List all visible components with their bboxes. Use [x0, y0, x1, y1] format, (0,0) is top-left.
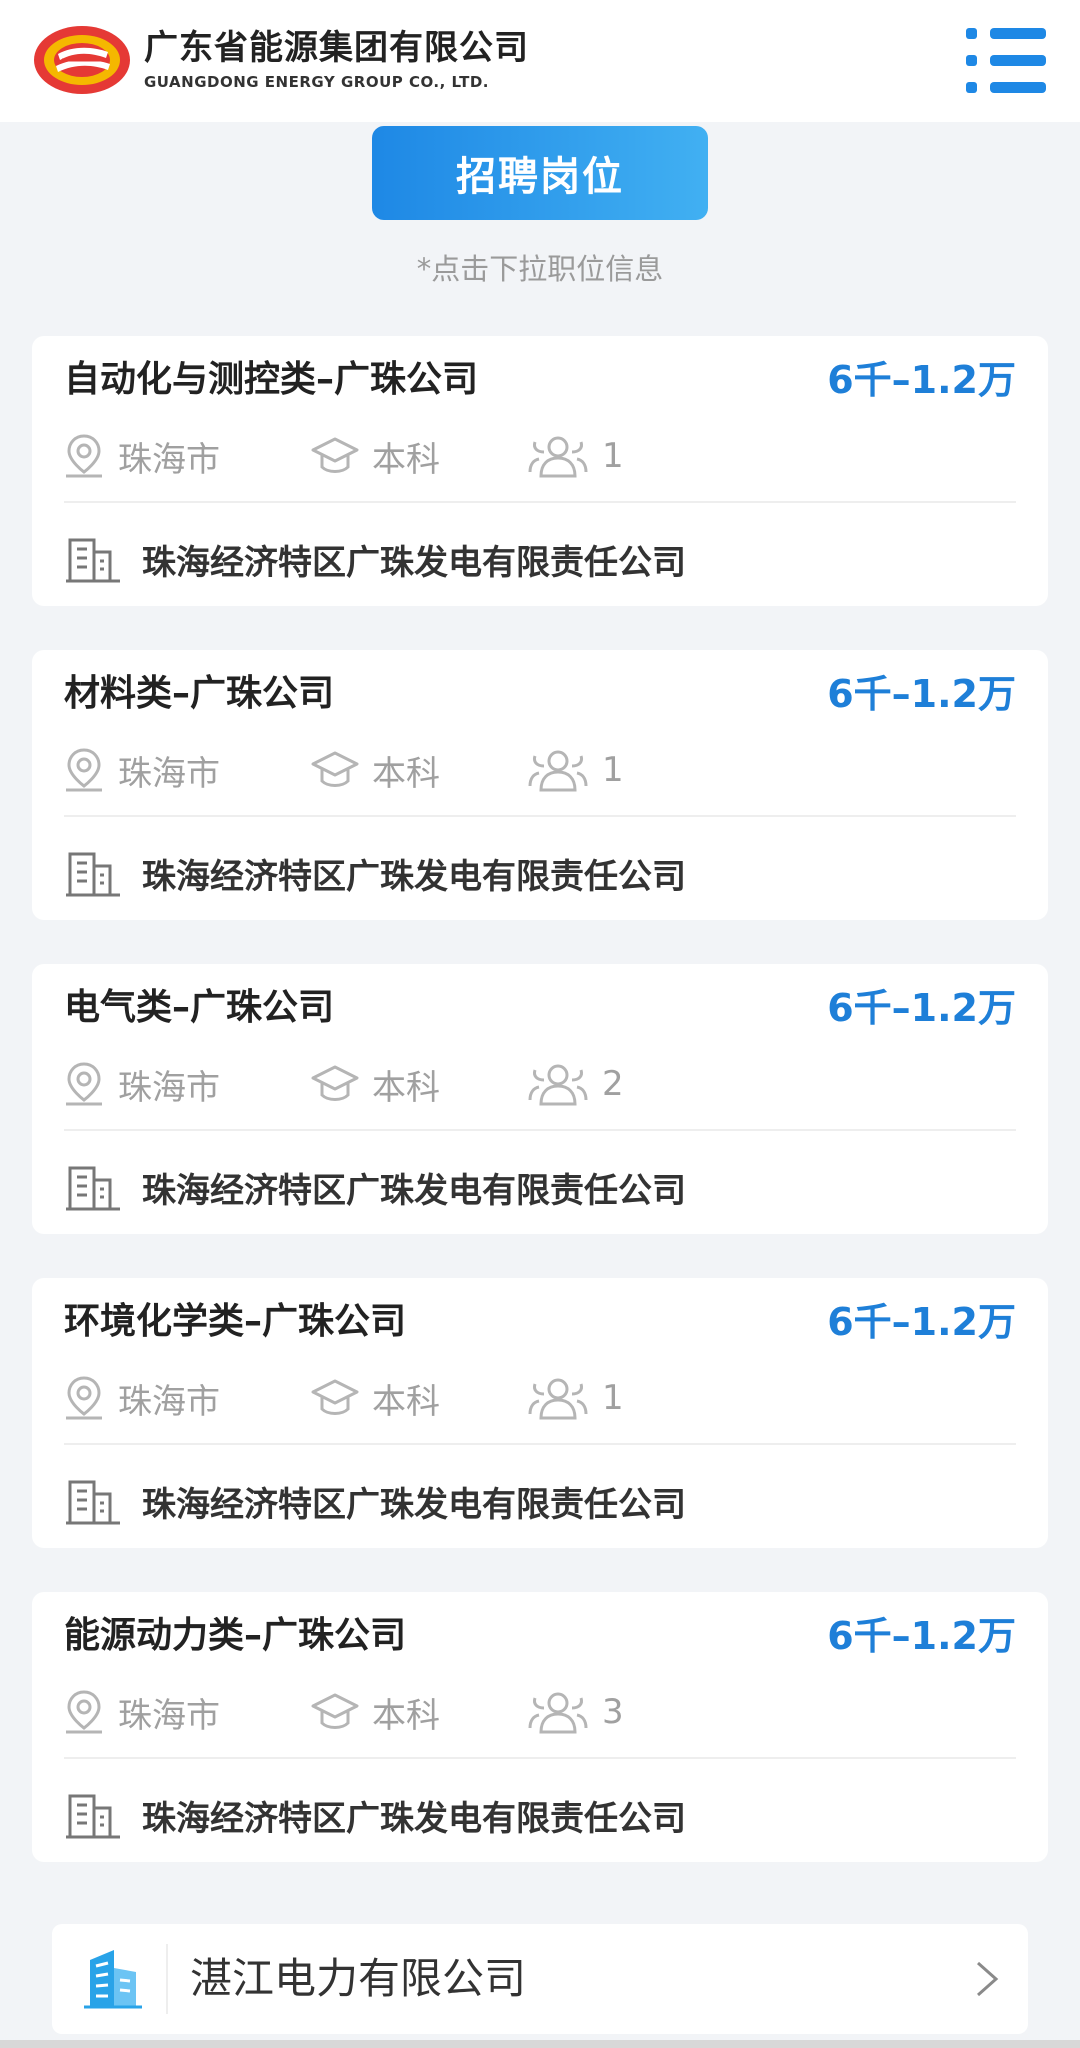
- job-title: 环境化学类–广珠公司: [64, 1301, 407, 1342]
- job-headcount-value: 1: [602, 1378, 624, 1418]
- job-headcount: 3: [526, 1684, 624, 1740]
- job-company-name: 珠海经济特区广珠发电有限责任公司: [142, 1484, 686, 1525]
- job-company: 珠海经济特区广珠发电有限责任公司: [64, 531, 686, 587]
- job-title: 材料类–广珠公司: [64, 673, 335, 714]
- dropdown-hint: *点击下拉职位信息: [416, 252, 664, 286]
- job-company-name: 珠海经济特区广珠发电有限责任公司: [142, 1170, 686, 1211]
- menu-button[interactable]: [960, 24, 1050, 98]
- chevron-right-icon: [977, 1961, 999, 1997]
- location-icon: [66, 1376, 102, 1420]
- job-city: 珠海市: [118, 439, 220, 480]
- job-company-name: 珠海经济特区广珠发电有限责任公司: [142, 542, 686, 583]
- job-card[interactable]: 能源动力类–广珠公司 6千–1.2万 珠海市 本科 3 珠海经济特区广珠发电有限…: [32, 1592, 1048, 1862]
- location-icon: [66, 434, 102, 478]
- graduation-cap-icon: [311, 1065, 359, 1101]
- job-education-level: 本科: [372, 1381, 440, 1422]
- people-icon: [528, 1064, 588, 1106]
- building-icon: [66, 1166, 120, 1211]
- job-title: 能源动力类–广珠公司: [64, 1615, 407, 1656]
- job-education: 本科: [310, 1370, 440, 1426]
- job-location: 珠海市: [62, 1370, 220, 1426]
- company-section-label: 湛江电力有限公司: [190, 1954, 527, 2003]
- bottom-edge: [0, 2040, 1080, 2048]
- job-salary: 6千–1.2万: [827, 1614, 1016, 1658]
- job-salary: 6千–1.2万: [827, 1300, 1016, 1344]
- job-salary: 6千–1.2万: [827, 358, 1016, 402]
- brand-name-en: GUANGDONG ENERGY GROUP CO., LTD.: [144, 73, 489, 91]
- job-company-name: 珠海经济特区广珠发电有限责任公司: [142, 1798, 686, 1839]
- job-education-level: 本科: [372, 439, 440, 480]
- job-location: 珠海市: [62, 1684, 220, 1740]
- card-divider: [64, 1443, 1016, 1445]
- job-education-level: 本科: [372, 1067, 440, 1108]
- job-city: 珠海市: [118, 753, 220, 794]
- job-headcount-value: 2: [602, 1064, 624, 1104]
- building-icon: [66, 852, 120, 897]
- job-education: 本科: [310, 1684, 440, 1740]
- job-city: 珠海市: [118, 1695, 220, 1736]
- job-headcount: 1: [526, 1370, 624, 1426]
- building-icon: [66, 1794, 120, 1839]
- job-card[interactable]: 环境化学类–广珠公司 6千–1.2万 珠海市 本科 1 珠海经济特区广珠发电有限…: [32, 1278, 1048, 1548]
- job-education: 本科: [310, 1056, 440, 1112]
- job-city: 珠海市: [118, 1381, 220, 1422]
- job-education: 本科: [310, 428, 440, 484]
- building-icon: [84, 1950, 142, 2009]
- graduation-cap-icon: [311, 1693, 359, 1729]
- job-headcount: 1: [526, 742, 624, 798]
- job-headcount: 2: [526, 1056, 624, 1112]
- location-icon: [66, 748, 102, 792]
- section-separator: [166, 1944, 168, 2014]
- job-company: 珠海经济特区广珠发电有限责任公司: [64, 1473, 686, 1529]
- people-icon: [528, 1692, 588, 1734]
- job-company: 珠海经济特区广珠发电有限责任公司: [64, 1787, 686, 1843]
- job-title: 自动化与测控类–广珠公司: [64, 359, 479, 400]
- location-icon: [66, 1062, 102, 1106]
- people-icon: [528, 436, 588, 478]
- job-education: 本科: [310, 742, 440, 798]
- job-headcount-value: 1: [602, 436, 624, 476]
- recruitment-positions-button[interactable]: 招聘岗位: [372, 126, 708, 220]
- job-location: 珠海市: [62, 428, 220, 484]
- company-logo: [34, 26, 130, 94]
- job-location: 珠海市: [62, 742, 220, 798]
- brand-name-cn: 广东省能源集团有限公司: [144, 28, 529, 68]
- card-divider: [64, 501, 1016, 503]
- job-salary: 6千–1.2万: [827, 672, 1016, 716]
- job-education-level: 本科: [372, 1695, 440, 1736]
- job-card[interactable]: 材料类–广珠公司 6千–1.2万 珠海市 本科 1 珠海经济特区广珠发电有限责任…: [32, 650, 1048, 920]
- menu-icon: [966, 28, 977, 39]
- app-header: 广东省能源集团有限公司 GUANGDONG ENERGY GROUP CO., …: [0, 0, 1080, 122]
- people-icon: [528, 1378, 588, 1420]
- graduation-cap-icon: [311, 751, 359, 787]
- job-card[interactable]: 电气类–广珠公司 6千–1.2万 珠海市 本科 2 珠海经济特区广珠发电有限责任…: [32, 964, 1048, 1234]
- job-card[interactable]: 自动化与测控类–广珠公司 6千–1.2万 珠海市 本科 1 珠海经济特区广珠发电…: [32, 336, 1048, 606]
- job-company-name: 珠海经济特区广珠发电有限责任公司: [142, 856, 686, 897]
- graduation-cap-icon: [311, 1379, 359, 1415]
- card-divider: [64, 815, 1016, 817]
- graduation-cap-icon: [311, 437, 359, 473]
- people-icon: [528, 750, 588, 792]
- job-company: 珠海经济特区广珠发电有限责任公司: [64, 1159, 686, 1215]
- card-divider: [64, 1757, 1016, 1759]
- job-salary: 6千–1.2万: [827, 986, 1016, 1030]
- building-icon: [66, 1480, 120, 1525]
- job-title: 电气类–广珠公司: [64, 987, 335, 1028]
- job-location: 珠海市: [62, 1056, 220, 1112]
- job-headcount-value: 1: [602, 750, 624, 790]
- job-city: 珠海市: [118, 1067, 220, 1108]
- company-section-zhanjiang[interactable]: 湛江电力有限公司: [52, 1924, 1028, 2034]
- job-company: 珠海经济特区广珠发电有限责任公司: [64, 845, 686, 901]
- job-headcount-value: 3: [602, 1692, 624, 1732]
- location-icon: [66, 1690, 102, 1734]
- job-education-level: 本科: [372, 753, 440, 794]
- building-icon: [66, 538, 120, 583]
- card-divider: [64, 1129, 1016, 1131]
- job-headcount: 1: [526, 428, 624, 484]
